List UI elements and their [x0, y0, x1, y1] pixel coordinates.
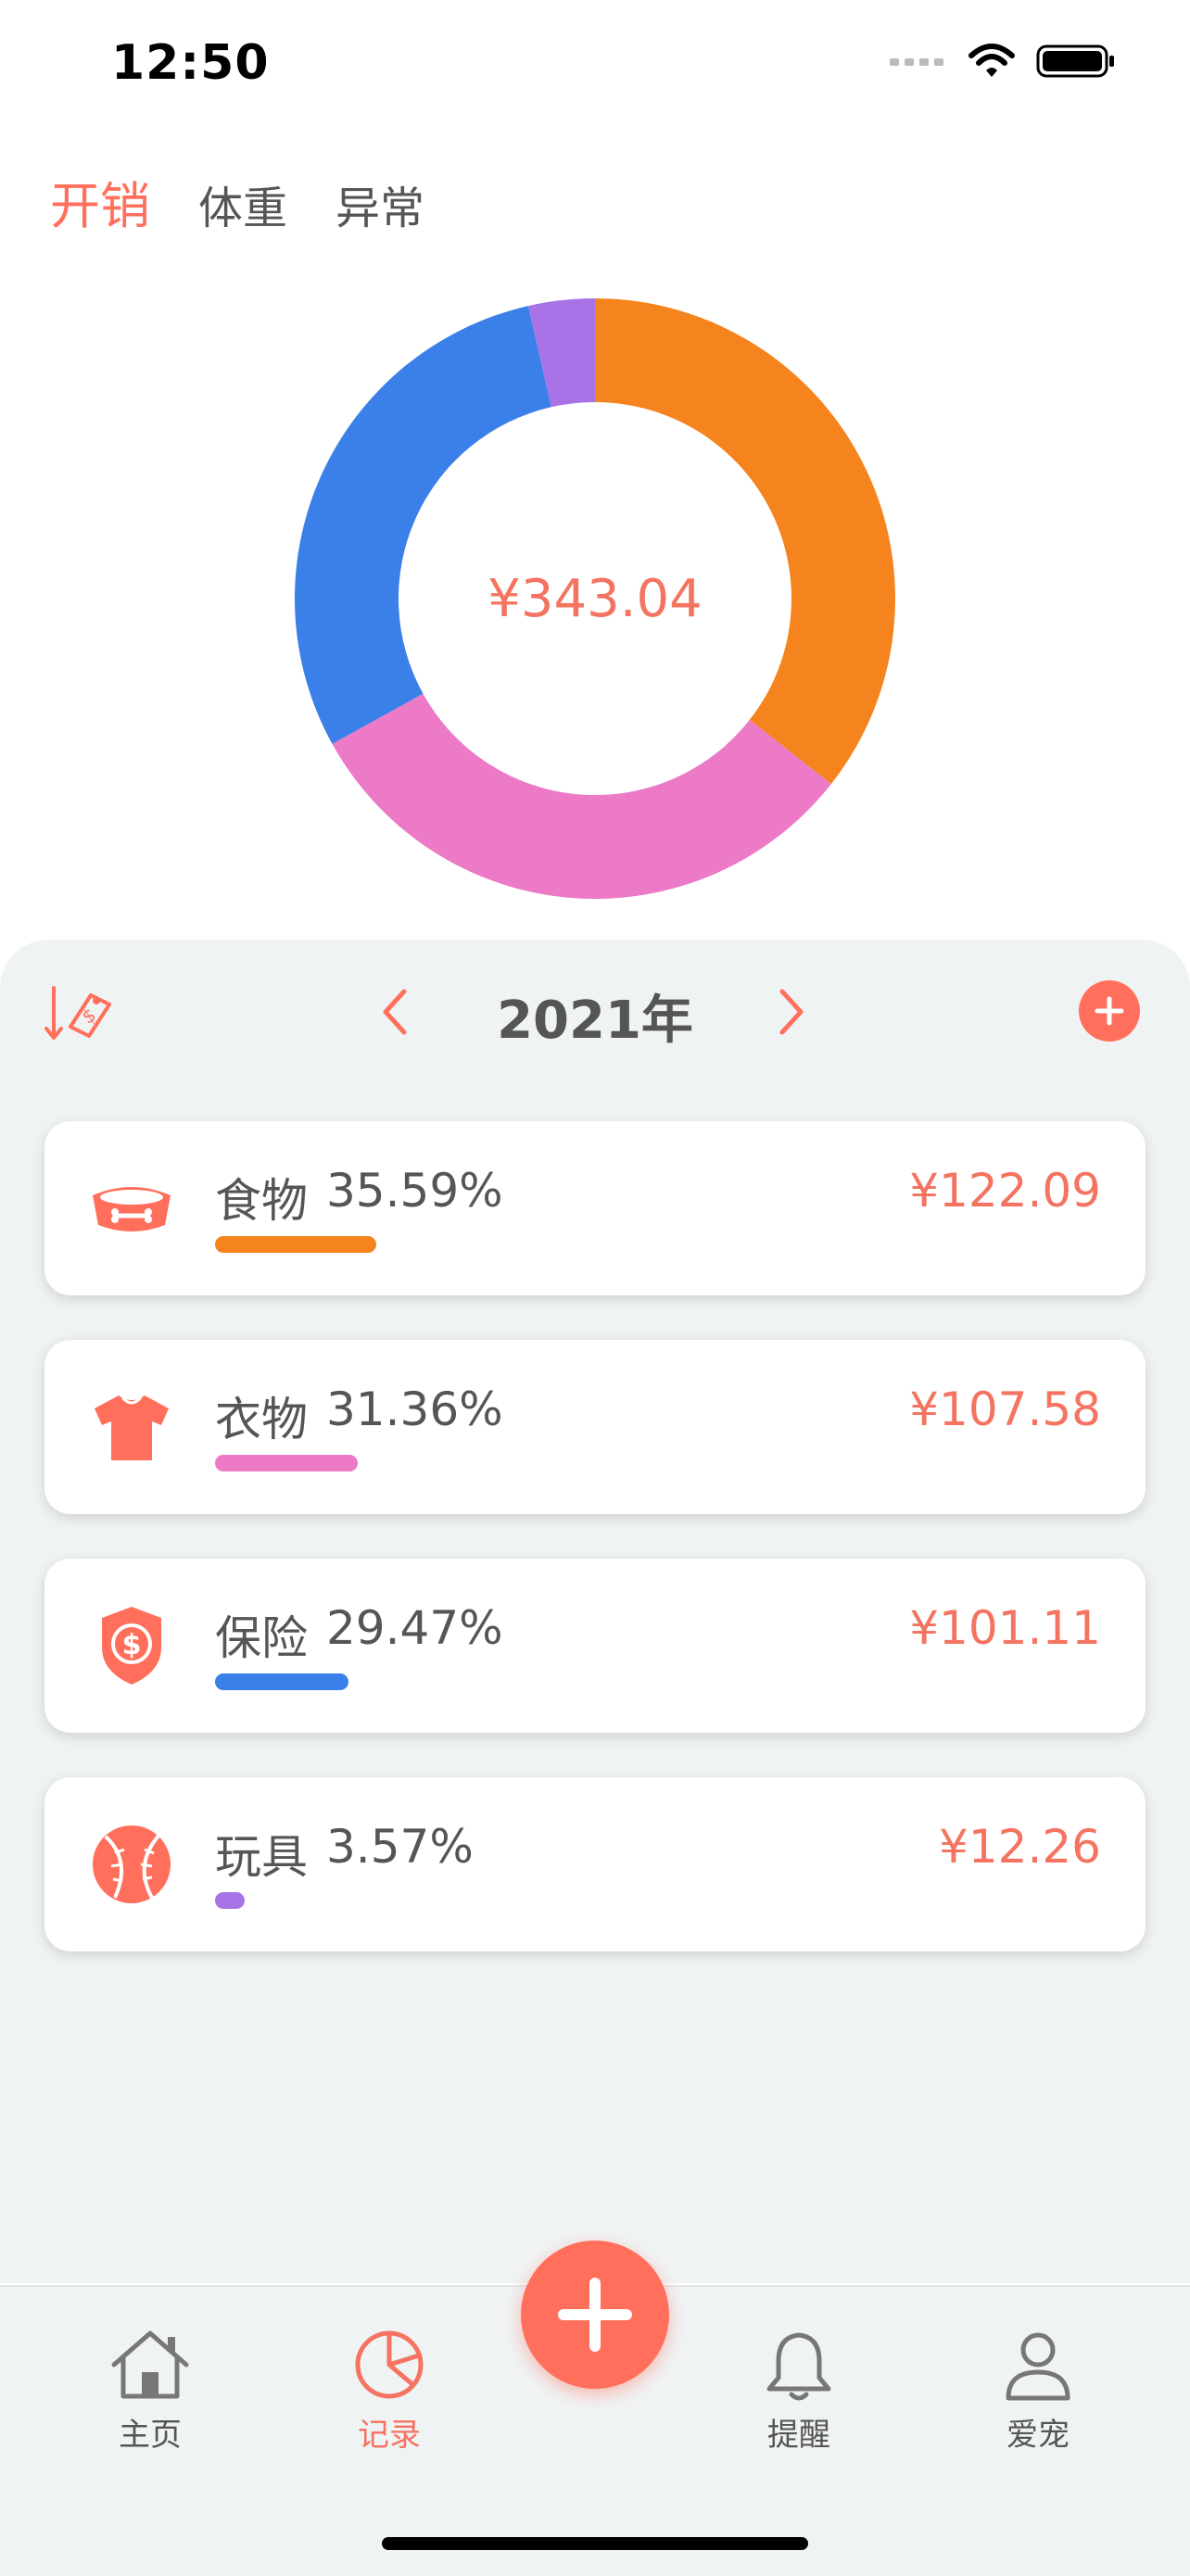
category-card-clothes[interactable]: 衣物 31.36% ¥107.58	[44, 1340, 1146, 1514]
year-label: 2021年	[497, 991, 693, 1051]
tab-abnormal[interactable]: 异常	[335, 171, 424, 236]
wifi-icon	[968, 44, 1015, 77]
home-icon	[111, 2330, 189, 2399]
total-amount: ¥343.04	[487, 568, 703, 629]
ball-icon	[93, 1825, 171, 1903]
category-amount: ¥122.09	[909, 1164, 1101, 1218]
tab-label: 记录	[358, 2417, 421, 2454]
add-record-button[interactable]	[1079, 980, 1140, 1042]
status-icons	[890, 43, 1116, 80]
expense-donut-chart: ¥343.04	[295, 298, 895, 899]
next-year-button[interactable]	[762, 984, 817, 1040]
tab-home[interactable]: 主页	[76, 2328, 224, 2455]
plus-icon	[1095, 996, 1124, 1026]
category-amount: ¥107.58	[909, 1383, 1101, 1436]
category-amount: ¥12.26	[939, 1820, 1101, 1874]
shield-dollar-icon: $	[102, 1607, 161, 1685]
category-title: 玩具 3.57%	[215, 1820, 474, 1887]
tab-weight[interactable]: 体重	[198, 171, 287, 236]
segment-tabs: 开销 体重 异常	[50, 165, 424, 238]
tab-records[interactable]: 记录	[315, 2328, 463, 2455]
category-progress-bar	[215, 1673, 349, 1690]
user-icon	[1006, 2332, 1070, 2401]
category-name: 保险	[215, 1611, 308, 1665]
tab-label: 爱宠	[1006, 2417, 1070, 2454]
tab-reminders[interactable]: 提醒	[725, 2328, 873, 2455]
add-expense-fab[interactable]	[521, 2241, 669, 2389]
svg-text:$: $	[122, 1629, 142, 1661]
category-name: 玩具	[215, 1830, 308, 1884]
tab-pets[interactable]: 爱宠	[964, 2328, 1112, 2455]
category-progress-bar	[215, 1236, 377, 1253]
home-indicator	[382, 2537, 808, 2550]
category-card-insurance[interactable]: $ 保险 29.47% ¥101.11	[44, 1559, 1146, 1733]
category-percent: 29.47%	[326, 1601, 503, 1655]
category-percent: 35.59%	[326, 1164, 503, 1218]
food-bowl-icon	[93, 1187, 171, 1231]
plus-icon	[558, 2278, 632, 2352]
status-time: 12:50	[111, 35, 270, 91]
category-title: 衣物 31.36%	[215, 1383, 503, 1449]
signal-icon	[890, 58, 943, 66]
tab-label: 主页	[119, 2417, 182, 2454]
battery-icon	[1036, 44, 1114, 78]
pie-chart-icon	[355, 2330, 424, 2399]
category-amount: ¥101.11	[909, 1601, 1101, 1655]
category-card-food[interactable]: 食物 35.59% ¥122.09	[44, 1121, 1146, 1295]
category-progress-bar	[215, 1892, 245, 1909]
category-title: 保险 29.47%	[215, 1601, 503, 1668]
category-name: 食物	[215, 1174, 308, 1228]
year-navigator: $ 2021年	[0, 966, 1190, 1054]
bell-icon	[766, 2332, 831, 2401]
category-progress-bar	[215, 1455, 358, 1471]
tab-expense[interactable]: 开销	[50, 165, 150, 238]
category-title: 食物 35.59%	[215, 1164, 503, 1231]
category-percent: 31.36%	[326, 1383, 503, 1436]
status-bar: 12:50	[0, 0, 1190, 130]
tab-label: 提醒	[767, 2417, 830, 2454]
tshirt-icon	[95, 1395, 169, 1460]
category-percent: 3.57%	[326, 1820, 474, 1874]
category-card-toys[interactable]: 玩具 3.57% ¥12.26	[44, 1777, 1146, 1951]
category-name: 衣物	[215, 1393, 308, 1446]
